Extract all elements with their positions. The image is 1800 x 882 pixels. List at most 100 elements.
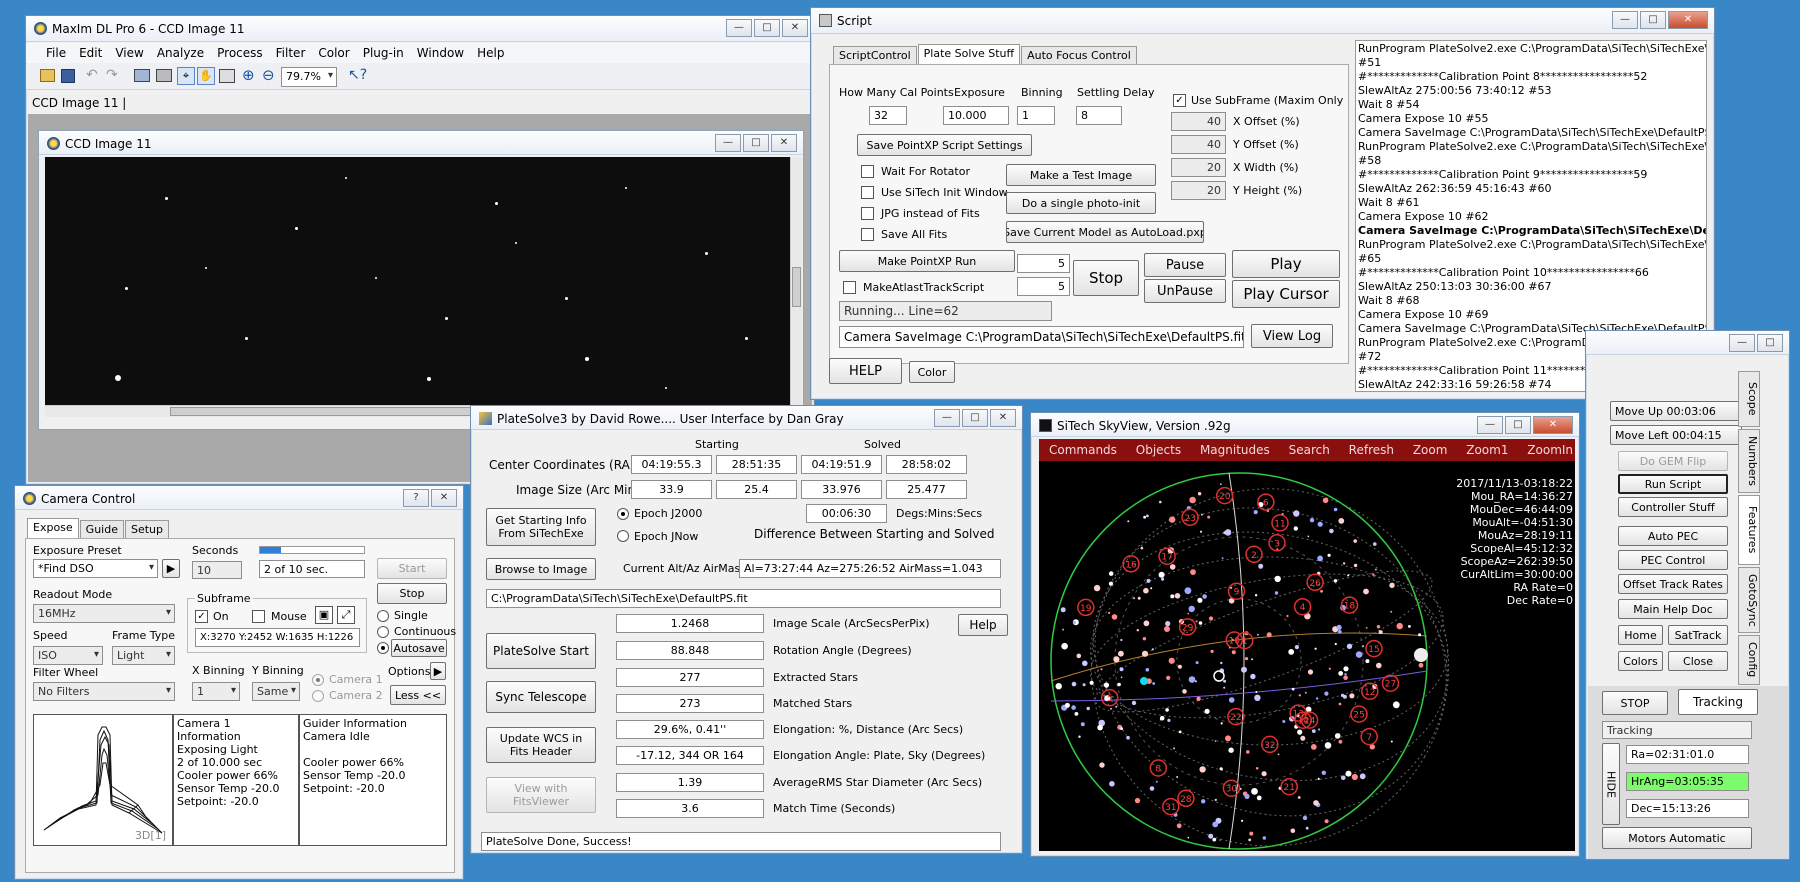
move-up-button[interactable]: Move Up 00:03:06 [1610, 401, 1742, 421]
log-line[interactable]: #51 [1358, 56, 1704, 70]
pec-control-button[interactable]: PEC Control [1618, 550, 1728, 570]
tab-plate-solve-stuff[interactable]: Plate Solve Stuff [917, 44, 1021, 64]
menu-view[interactable]: View [115, 46, 143, 60]
platesolve-help-button[interactable]: Help [958, 614, 1008, 636]
sky-menu-zoomin[interactable]: ZoomIn [1527, 443, 1573, 457]
main-help-button[interactable]: Main Help Doc [1618, 599, 1728, 619]
zoom-out-icon[interactable]: ⊖ [262, 66, 275, 84]
seconds-input[interactable]: 10 [192, 561, 242, 579]
y-height-input[interactable]: 20 [1171, 181, 1226, 200]
camera-titlebar[interactable]: Camera Control ? ✕ [15, 486, 463, 510]
play-button[interactable]: Play [1232, 250, 1340, 278]
options-button[interactable]: ▶ [430, 662, 446, 680]
offset-rates-button[interactable]: Offset Track Rates [1618, 574, 1728, 594]
pause-button[interactable]: Pause [1144, 253, 1226, 277]
log-line[interactable]: Wait 8 #68 [1358, 294, 1704, 308]
skyview-titlebar[interactable]: SiTech SkyView, Version .92g — □ ✕ [1031, 413, 1579, 437]
skyview-close-button[interactable]: ✕ [1533, 416, 1573, 434]
menu-plugin[interactable]: Plug-in [363, 46, 404, 60]
platesolve-close-button[interactable]: ✕ [990, 409, 1016, 427]
hand-icon[interactable]: ✋ [197, 67, 215, 85]
x-width-input[interactable]: 20 [1171, 158, 1226, 177]
use-sitech-init-checkbox[interactable] [861, 186, 874, 199]
crosshair-icon[interactable]: ⌖ [177, 67, 195, 85]
save-icon[interactable] [61, 69, 75, 83]
continuous-radio[interactable] [377, 626, 389, 638]
log-line[interactable]: Camera Expose 10 #69 [1358, 308, 1704, 322]
wait-rotator-checkbox[interactable] [861, 165, 874, 178]
screen-stretch-icon[interactable] [156, 69, 172, 82]
motors-automatic-button[interactable]: Motors Automatic [1602, 827, 1752, 849]
x-binning-select[interactable]: 1 [192, 682, 240, 701]
script-minimize-button[interactable]: — [1612, 11, 1638, 29]
tab-script-control[interactable]: ScriptControl [833, 46, 917, 66]
menu-analyze[interactable]: Analyze [157, 46, 204, 60]
make-pointxp-run-button[interactable]: Make PointXP Run [839, 250, 1015, 272]
sky-menu-zoom[interactable]: Zoom [1413, 443, 1448, 457]
play-cursor-button[interactable]: Play Cursor [1232, 280, 1340, 308]
log-line[interactable]: Wait 8 #54 [1358, 98, 1704, 112]
exposure-preset-select[interactable]: *Find DSO [33, 559, 158, 578]
zoom-in-icon[interactable]: ⊕ [242, 66, 255, 84]
less-button[interactable]: Less << [390, 685, 446, 705]
play-preset-button[interactable]: ▶ [162, 559, 180, 578]
save-pointxp-button[interactable]: Save PointXP Script Settings [857, 134, 1032, 156]
get-starting-info-button[interactable]: Get Starting Info From SiTechExe [486, 508, 596, 546]
log-line[interactable]: SlewAltAz 250:13:03 30:36:00 #67 [1358, 280, 1704, 294]
stop-button[interactable]: Stop [377, 583, 447, 604]
log-line[interactable]: Camera Expose 10 #55 [1358, 112, 1704, 126]
auto-pec-button[interactable]: Auto PEC [1618, 526, 1728, 546]
filter-wheel-select[interactable]: No Filters [33, 682, 175, 701]
update-wcs-button[interactable]: Update WCS in Fits Header [486, 727, 596, 763]
help-cursor-icon[interactable]: ↖? [348, 67, 367, 83]
ccd-close-button[interactable]: ✕ [771, 134, 797, 152]
ccd-image-titlebar[interactable]: CCD Image 11 — □ ✕ [39, 131, 803, 155]
menu-help[interactable]: Help [477, 46, 504, 60]
save-model-button[interactable]: Save Current Model as AutoLoad.pxp [1006, 221, 1204, 243]
menu-edit[interactable]: Edit [79, 46, 102, 60]
browse-image-button[interactable]: Browse to Image [486, 558, 596, 580]
script-help-button[interactable]: HELP [829, 358, 902, 384]
skyview-maximize-button[interactable]: □ [1505, 416, 1531, 434]
subframe-on-checkbox[interactable]: ✓ [195, 610, 208, 623]
use-subframe-checkbox[interactable]: ✓ [1173, 94, 1186, 107]
move-left-button[interactable]: Move Left 00:04:15 [1610, 425, 1742, 445]
epoch-j2000-radio[interactable] [617, 508, 629, 520]
menu-filter[interactable]: Filter [276, 46, 306, 60]
sky-menu-commands[interactable]: Commands [1049, 443, 1117, 457]
hide-button[interactable]: HIDE [1602, 743, 1620, 825]
subframe-full-icon[interactable]: ⤢ [337, 606, 355, 624]
vertical-scrollbar[interactable] [790, 157, 802, 405]
y-offset-input[interactable]: 40 [1171, 135, 1226, 154]
subframe-select-icon[interactable]: ▣ [315, 606, 333, 624]
tab-setup[interactable]: Setup [124, 520, 170, 540]
side-tab-gotosync[interactable]: GotoSync [1738, 567, 1760, 633]
log-line[interactable]: #*************Calibration Point 8*******… [1358, 70, 1704, 84]
skyview-minimize-button[interactable]: — [1477, 416, 1503, 434]
sky-menu-refresh[interactable]: Refresh [1349, 443, 1394, 457]
tab-guide[interactable]: Guide [79, 520, 124, 540]
script-maximize-button[interactable]: □ [1640, 11, 1666, 29]
menu-process[interactable]: Process [217, 46, 263, 60]
info-icon[interactable] [219, 69, 235, 83]
platesolve-minimize-button[interactable]: — [934, 409, 960, 427]
undo-icon[interactable]: ↶ [86, 67, 98, 83]
sync-telescope-button[interactable]: Sync Telescope [486, 681, 596, 713]
camera-help-button[interactable]: ? [403, 489, 429, 507]
script-close-button[interactable]: ✕ [1668, 11, 1708, 29]
view-fitsviewer-button[interactable]: View with FitsViewer [486, 777, 596, 813]
run-script-button[interactable]: Run Script [1618, 474, 1728, 494]
side-tab-config[interactable]: Config [1738, 635, 1760, 685]
log-line[interactable]: #*************Calibration Point 10******… [1358, 266, 1704, 280]
settling-input[interactable]: 8 [1076, 106, 1122, 125]
autosave-radio[interactable] [377, 642, 389, 654]
exposure-input[interactable]: 10.000 [943, 106, 1009, 125]
side-tab-features[interactable]: Features [1738, 495, 1760, 565]
sky-menu-search[interactable]: Search [1289, 443, 1330, 457]
frame-type-select[interactable]: Light [112, 646, 175, 665]
readout-mode-select[interactable]: 16MHz [33, 604, 175, 623]
maxim-doc-tab[interactable]: CCD Image 11 | [32, 96, 126, 110]
run-value-1[interactable]: 5 [1017, 254, 1070, 273]
sitech-minimize-button[interactable]: — [1729, 334, 1755, 352]
single-radio[interactable] [377, 610, 389, 622]
